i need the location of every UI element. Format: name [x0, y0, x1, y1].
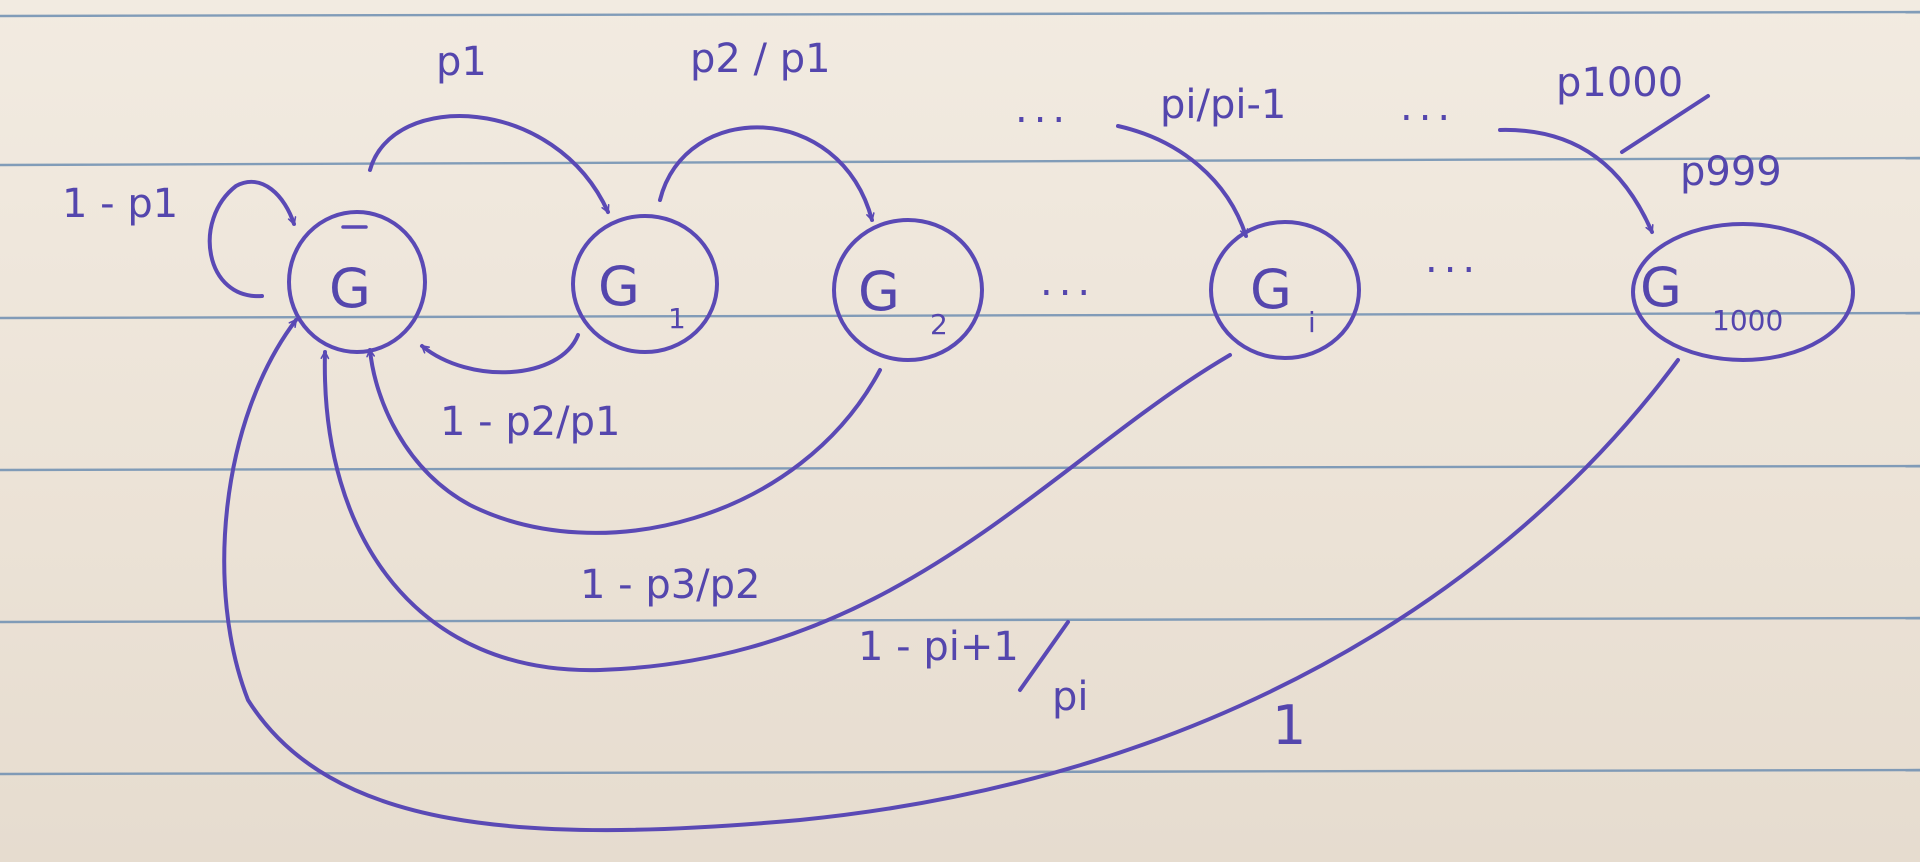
edge-g1-back-label: 1 - p2/p1: [440, 399, 620, 445]
node-g2-label: G: [858, 260, 900, 323]
edge-g2-back-label: 1 - p3/p2: [580, 562, 760, 608]
edge-to-gi-label: pi/pi-1: [1160, 82, 1286, 128]
node-gi: G i: [1209, 220, 1361, 360]
node-g-bar-label: G: [329, 257, 371, 320]
edge-g1-to-g2-label: p2 / p1: [690, 36, 831, 82]
edge-gi-back-label-bottom: pi: [1052, 674, 1089, 720]
node-g1000: G 1000: [1631, 222, 1855, 362]
edge-g1-back: [420, 333, 580, 375]
notebook-page: G G 1 G 2 G i G 1000 1 - p1 p1 p2 / p1 .…: [0, 0, 1920, 862]
edge-g-to-g1-label: p1: [436, 39, 487, 85]
edge-to-gi: [1116, 124, 1249, 238]
ellipsis-mid-1: ...: [1040, 259, 1096, 305]
node-g1000-subscript: 1000: [1712, 304, 1783, 337]
node-gi-label: G: [1250, 258, 1292, 321]
node-g-bar: G: [287, 210, 427, 354]
node-g2-subscript: 2: [930, 308, 948, 341]
edge-g1-to-g2: [658, 125, 875, 222]
ellipsis-top-1: ...: [1015, 86, 1071, 132]
ellipsis-top-2: ...: [1400, 84, 1456, 130]
node-g1: G 1: [571, 214, 719, 354]
self-loop-arrow: [207, 179, 297, 299]
node-g1-subscript: 1: [668, 302, 686, 335]
markov-diagram: G G 1 G 2 G i G 1000 1 - p1 p1 p2 / p1 .…: [0, 10, 1920, 833]
edge-gi-back-label-top: 1 - pi+1: [858, 624, 1019, 670]
node-g1-label: G: [598, 255, 640, 318]
edge-g1000-back-label: 1: [1272, 694, 1306, 757]
node-g1000-label: G: [1640, 256, 1682, 319]
edge-to-g1000-label-top: p1000: [1556, 60, 1683, 106]
ellipsis-mid-2: ...: [1425, 236, 1481, 282]
edge-g1000-back: [222, 318, 1680, 833]
edge-to-g1000-label-bottom: p999: [1680, 149, 1782, 195]
node-gi-subscript: i: [1308, 306, 1316, 339]
node-g2: G 2: [832, 218, 984, 362]
self-loop-label: 1 - p1: [62, 181, 178, 227]
